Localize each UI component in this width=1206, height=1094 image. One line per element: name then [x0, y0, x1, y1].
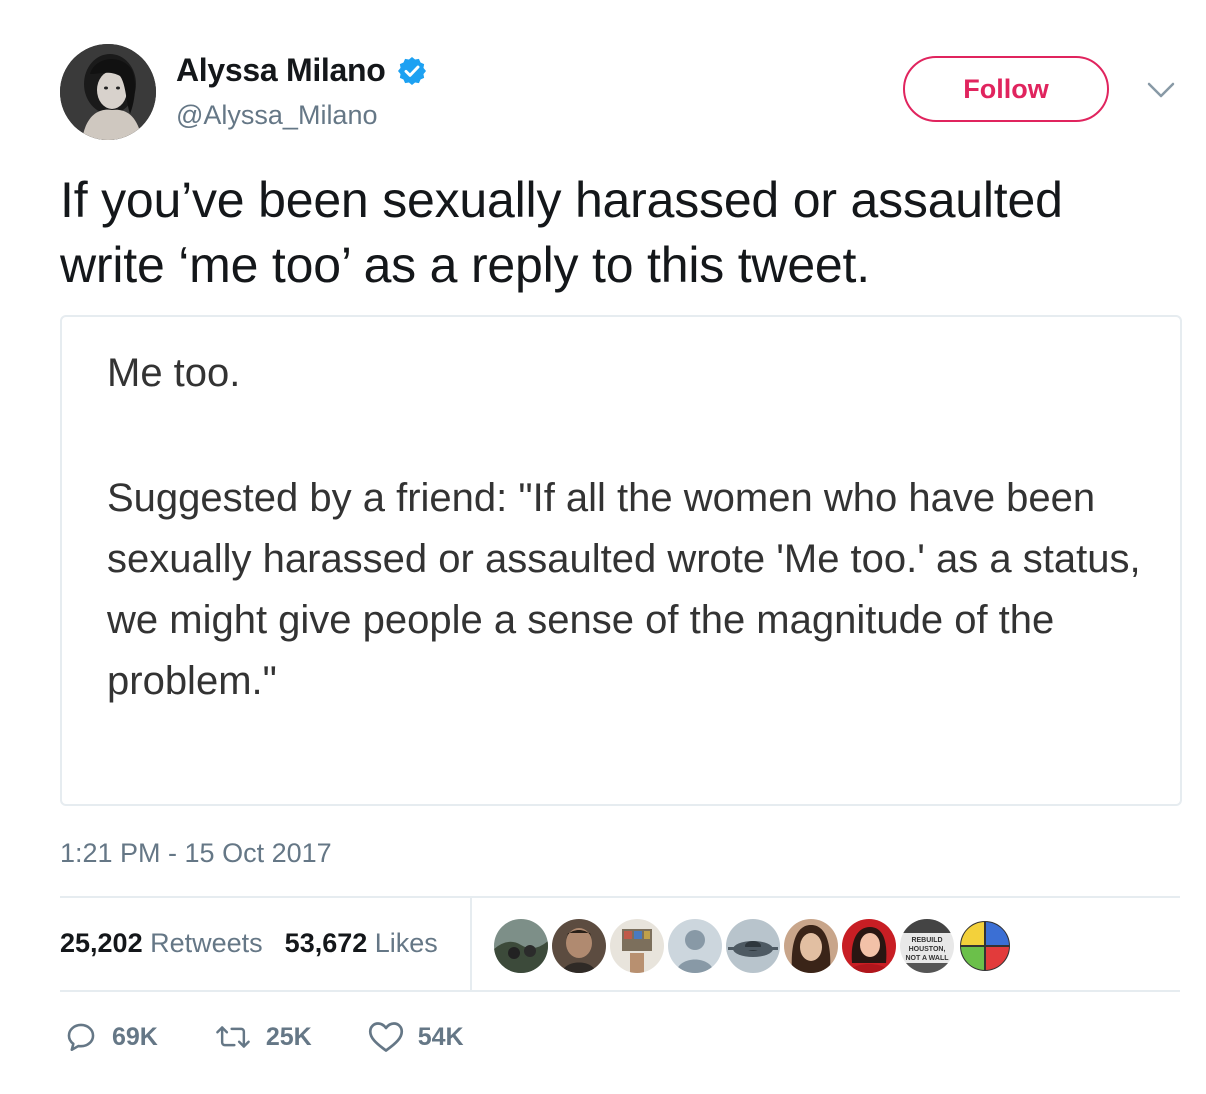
avatar[interactable]: [60, 44, 156, 140]
author-handle[interactable]: @Alyssa_Milano: [176, 100, 378, 131]
retweets-label: Retweets: [150, 928, 263, 958]
heart-icon: [368, 1020, 404, 1054]
liker-avatar[interactable]: [552, 919, 606, 973]
svg-text:HOUSTON,: HOUSTON,: [909, 946, 946, 953]
svg-text:NOT A WALL: NOT A WALL: [905, 955, 949, 962]
svg-text:REBUILD: REBUILD: [911, 937, 942, 944]
stats-separator: [470, 898, 472, 990]
tweet-actions: 69K 25K 54K: [64, 1020, 520, 1054]
retweet-icon: [214, 1020, 252, 1054]
liker-avatars: REBUILD HOUSTON, NOT A WALL: [494, 919, 1016, 973]
like-count: 54K: [417, 1022, 464, 1051]
divider: [60, 896, 1180, 898]
tweet-text-line-2: write ‘me too’ as a reply to this tweet.: [60, 237, 870, 293]
retweet-count: 25K: [265, 1022, 312, 1051]
tweet-timestamp[interactable]: 1:21 PM - 15 Oct 2017: [60, 838, 332, 869]
likes-stat[interactable]: 53,672 Likes: [285, 928, 438, 959]
follow-button[interactable]: Follow: [903, 56, 1109, 122]
retweet-button[interactable]: 25K: [214, 1020, 312, 1054]
image-text-paragraph: Suggested by a friend: "If all the women…: [107, 476, 1141, 703]
attached-image[interactable]: Me too. Suggested by a friend: "If all t…: [60, 315, 1182, 806]
likes-label: Likes: [374, 928, 438, 958]
retweets-stat[interactable]: 25,202 Retweets: [60, 928, 263, 959]
chevron-down-icon[interactable]: [1146, 80, 1176, 100]
like-button[interactable]: 54K: [368, 1020, 464, 1054]
tweet-text: If you’ve been sexually harassed or assa…: [60, 168, 1190, 298]
liker-avatar[interactable]: [842, 919, 896, 973]
liker-avatar[interactable]: [726, 919, 780, 973]
divider: [60, 990, 1180, 992]
retweets-count: 25,202: [60, 928, 143, 958]
profile-photo-icon: [60, 44, 156, 140]
liker-avatar[interactable]: [668, 919, 722, 973]
author-display-name[interactable]: Alyssa Milano: [176, 52, 386, 89]
liker-avatar[interactable]: [784, 919, 838, 973]
likes-count: 53,672: [284, 928, 368, 958]
liker-avatar[interactable]: REBUILD HOUSTON, NOT A WALL: [900, 919, 954, 973]
liker-avatar[interactable]: [610, 919, 664, 973]
liker-avatar[interactable]: [494, 919, 548, 973]
reply-button[interactable]: 69K: [64, 1020, 158, 1054]
reply-icon: [64, 1020, 98, 1054]
reply-count: 69K: [112, 1022, 158, 1051]
verified-badge-icon: [396, 55, 428, 87]
tweet-card: Alyssa Milano @Alyssa_Milano Follow If y…: [0, 0, 1206, 1094]
author-name-row[interactable]: Alyssa Milano: [176, 52, 428, 89]
image-text-heading: Me too.: [107, 351, 241, 395]
tweet-stats: 25,202 Retweets 53,672 Likes: [60, 928, 460, 959]
tweet-text-line-1: If you’ve been sexually harassed or assa…: [60, 172, 1063, 228]
liker-avatar[interactable]: [958, 919, 1012, 973]
